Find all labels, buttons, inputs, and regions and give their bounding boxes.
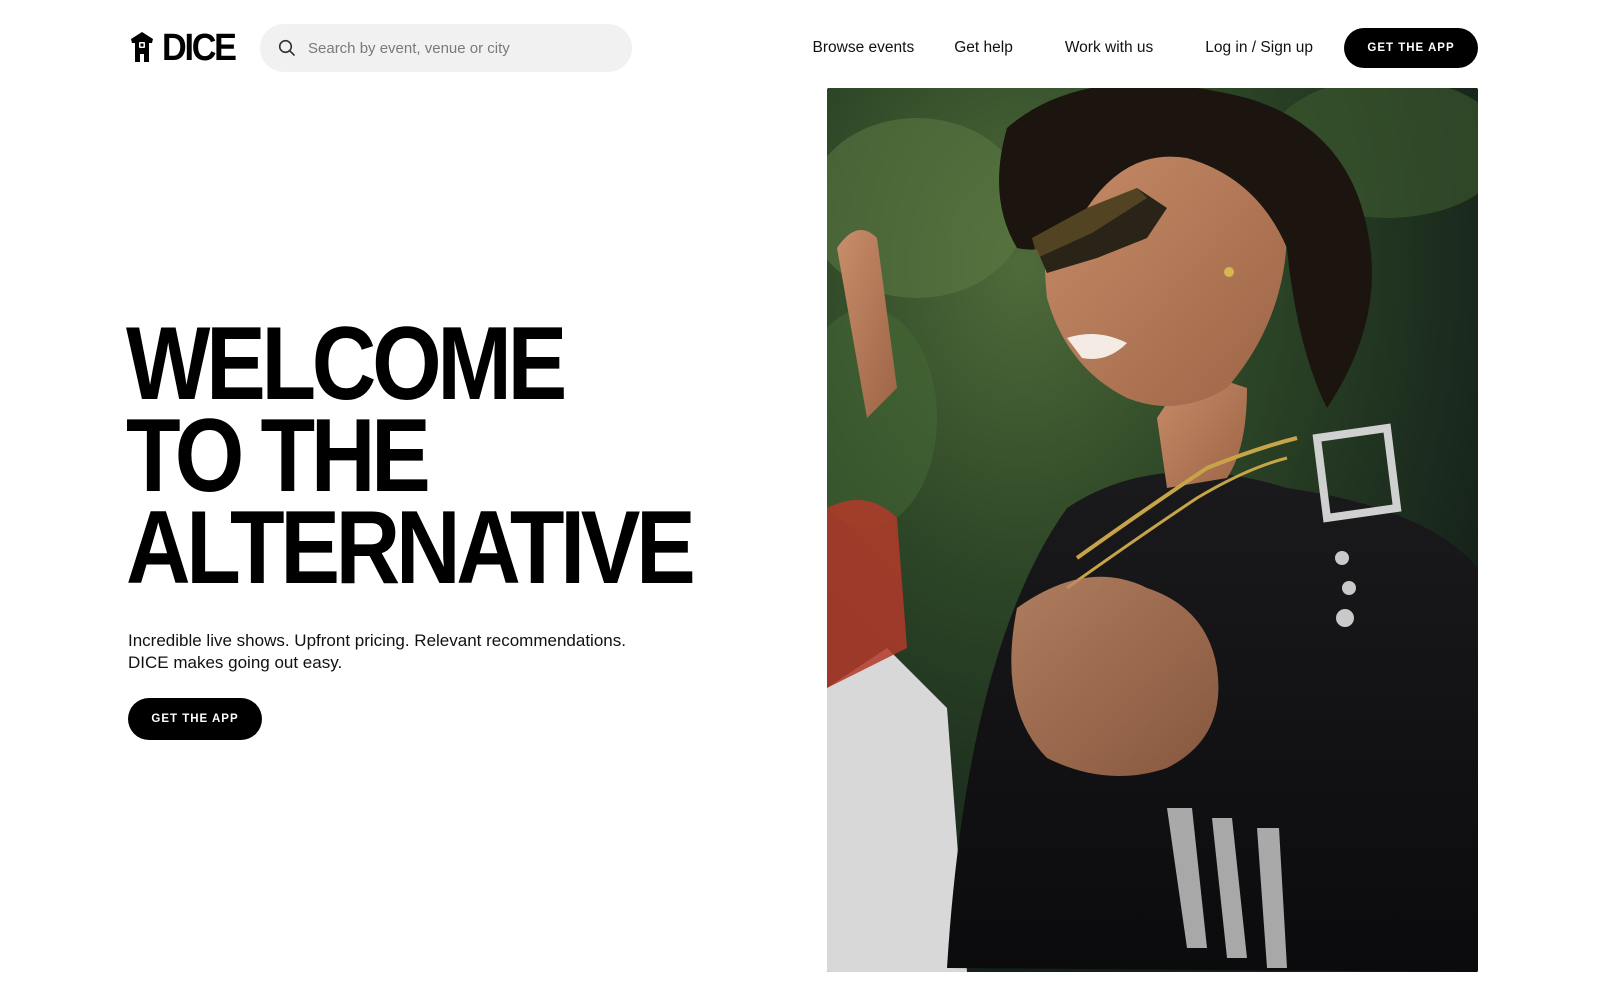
main-nav: Browse events Get help Work with us Log … xyxy=(813,24,1478,72)
hero-title-line: WELCOME xyxy=(126,306,567,422)
nav-work-with-us[interactable]: Work with us xyxy=(1065,39,1153,57)
hero-subtitle-line: DICE makes going out easy. xyxy=(128,653,343,672)
search-bar[interactable] xyxy=(260,24,632,72)
nav-login-signup[interactable]: Log in / Sign up xyxy=(1205,39,1313,57)
search-input[interactable] xyxy=(308,28,608,68)
hero-photo xyxy=(827,88,1478,972)
dice-hood-icon xyxy=(131,32,153,62)
hero-title-line: TO THE xyxy=(126,398,431,514)
header-get-app-button[interactable]: GET THE APP xyxy=(1344,28,1478,68)
nav-browse-events[interactable]: Browse events xyxy=(813,39,915,57)
hero-title-line: ALTERNATIVE xyxy=(126,490,696,606)
hero-get-app-button[interactable]: GET THE APP xyxy=(128,698,262,740)
search-icon xyxy=(278,39,295,56)
top-header: DICE Browse events Get help Work with us… xyxy=(128,24,1478,72)
nav-get-help[interactable]: Get help xyxy=(954,39,1013,57)
hero-subtitle: Incredible live shows. Upfront pricing. … xyxy=(128,630,728,674)
dice-logo[interactable]: DICE xyxy=(128,24,243,72)
hero-title: WELCOME TO THE ALTERNATIVE xyxy=(126,306,696,606)
hero-photo-illustration xyxy=(827,88,1478,972)
hero-subtitle-line: Incredible live shows. Upfront pricing. … xyxy=(128,631,626,650)
brand-name: DICE xyxy=(162,27,237,69)
page: DICE Browse events Get help Work with us… xyxy=(0,0,1600,1000)
